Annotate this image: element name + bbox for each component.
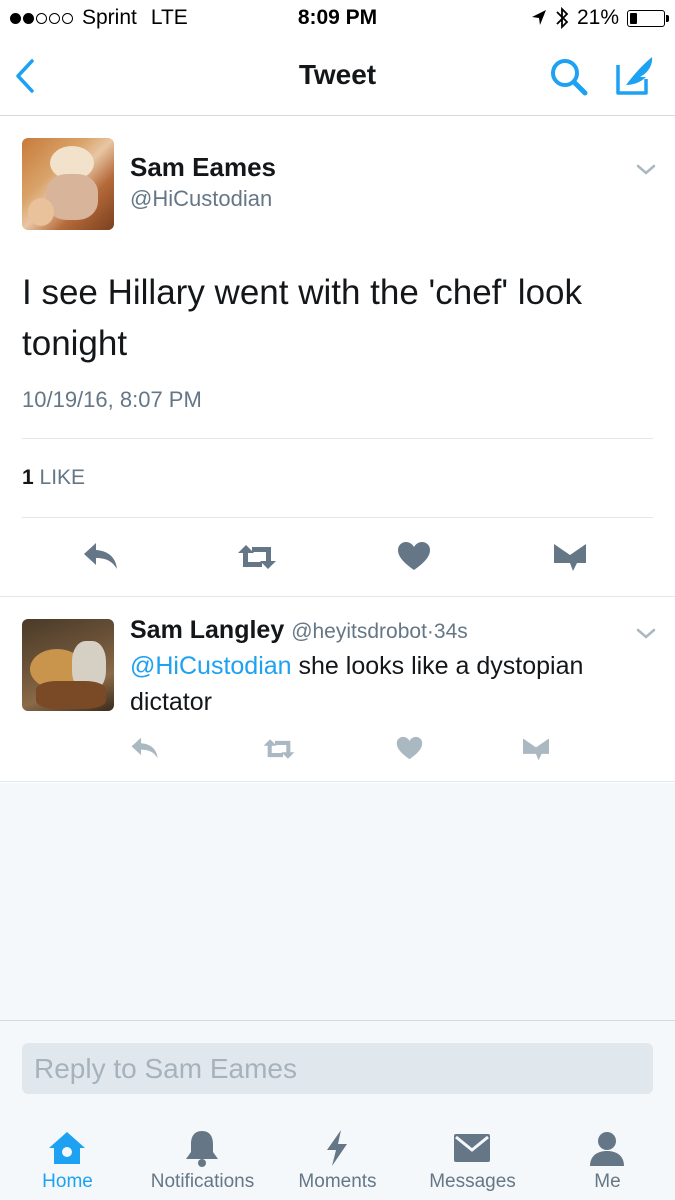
bluetooth-icon — [556, 6, 569, 30]
status-bar: Sprint LTE 8:09 PM 21% — [0, 0, 675, 38]
location-arrow-icon — [531, 10, 546, 25]
lightning-icon — [327, 1130, 347, 1166]
reply-author-name[interactable]: Sam Langley — [130, 616, 284, 644]
reply-icon — [84, 543, 117, 569]
home-icon — [49, 1132, 85, 1164]
reply-button[interactable] — [82, 541, 120, 576]
like-count: 1 — [22, 466, 34, 489]
tab-me[interactable]: Me — [540, 1108, 675, 1200]
retweet-button[interactable] — [236, 541, 278, 578]
like-label: LIKE — [39, 466, 86, 489]
person-icon — [590, 1132, 624, 1166]
avatar[interactable] — [22, 619, 114, 711]
battery-fill — [630, 12, 637, 24]
tab-label: Home — [42, 1171, 93, 1192]
like-button[interactable] — [397, 541, 431, 576]
tab-messages[interactable]: Messages — [405, 1108, 540, 1200]
avatar[interactable] — [22, 138, 114, 230]
tab-label: Moments — [298, 1171, 377, 1192]
tab-bar: Home Notifications Moments Messages Me — [0, 1108, 675, 1200]
tab-label: Messages — [429, 1171, 516, 1192]
direct-message-button[interactable] — [553, 541, 587, 578]
status-right: 21% — [531, 6, 669, 30]
heart-icon — [398, 542, 430, 570]
like-count-row[interactable]: 1 LIKE — [22, 466, 85, 490]
like-button[interactable] — [396, 736, 423, 765]
reply-age: 34s — [433, 620, 468, 643]
tweet-text: I see Hillary went with the 'chef' look … — [22, 273, 582, 363]
reply-bar — [0, 1020, 675, 1108]
divider — [22, 517, 653, 518]
envelope-icon — [523, 738, 549, 761]
tab-notifications[interactable]: Notifications — [135, 1108, 270, 1200]
reply-button[interactable] — [130, 736, 160, 765]
reply-header: Sam Langley @heyitsdrobot·34s — [130, 616, 468, 645]
compose-tweet-button[interactable] — [612, 53, 658, 99]
battery-icon — [627, 9, 669, 27]
reply-text: @HiCustodian she looks like a dystopian … — [130, 648, 660, 720]
battery-percent: 21% — [576, 6, 619, 29]
tab-label: Me — [594, 1171, 621, 1192]
heart-icon — [396, 736, 423, 760]
reply-options-button[interactable] — [634, 626, 658, 642]
tab-home[interactable]: Home — [0, 1108, 135, 1200]
retweet-button[interactable] — [262, 736, 296, 767]
compose-icon — [616, 57, 653, 95]
tweet-timestamp: 10/19/16, 8:07 PM — [22, 387, 202, 412]
divider — [22, 438, 653, 439]
envelope-icon — [554, 544, 586, 571]
main-tweet: Sam Eames @HiCustodian I see Hillary wen… — [0, 117, 675, 597]
tab-label: Notifications — [150, 1171, 255, 1192]
search-icon — [551, 59, 588, 96]
chevron-down-icon — [636, 164, 656, 175]
envelope-icon — [454, 1134, 490, 1162]
author-handle[interactable]: @HiCustodian — [130, 186, 272, 212]
tweet-options-button[interactable] — [634, 162, 658, 178]
retweet-icon — [238, 545, 276, 569]
reply-icon — [131, 737, 158, 759]
retweet-icon — [263, 739, 295, 759]
reply-author-handle[interactable]: @heyitsdrobot — [291, 620, 427, 643]
author-name[interactable]: Sam Eames — [130, 152, 276, 183]
bell-icon — [186, 1131, 218, 1167]
reply-tweet[interactable]: Sam Langley @heyitsdrobot·34s @HiCustodi… — [0, 598, 675, 782]
search-button[interactable] — [548, 56, 590, 98]
direct-message-button[interactable] — [522, 736, 550, 767]
mention-link[interactable]: @HiCustodian — [130, 652, 292, 680]
nav-bar: Tweet — [0, 38, 675, 116]
reply-separator: · — [426, 620, 434, 643]
empty-area — [0, 783, 675, 1020]
chevron-down-icon — [636, 628, 656, 639]
reply-input[interactable] — [22, 1043, 653, 1094]
tab-moments[interactable]: Moments — [270, 1108, 405, 1200]
